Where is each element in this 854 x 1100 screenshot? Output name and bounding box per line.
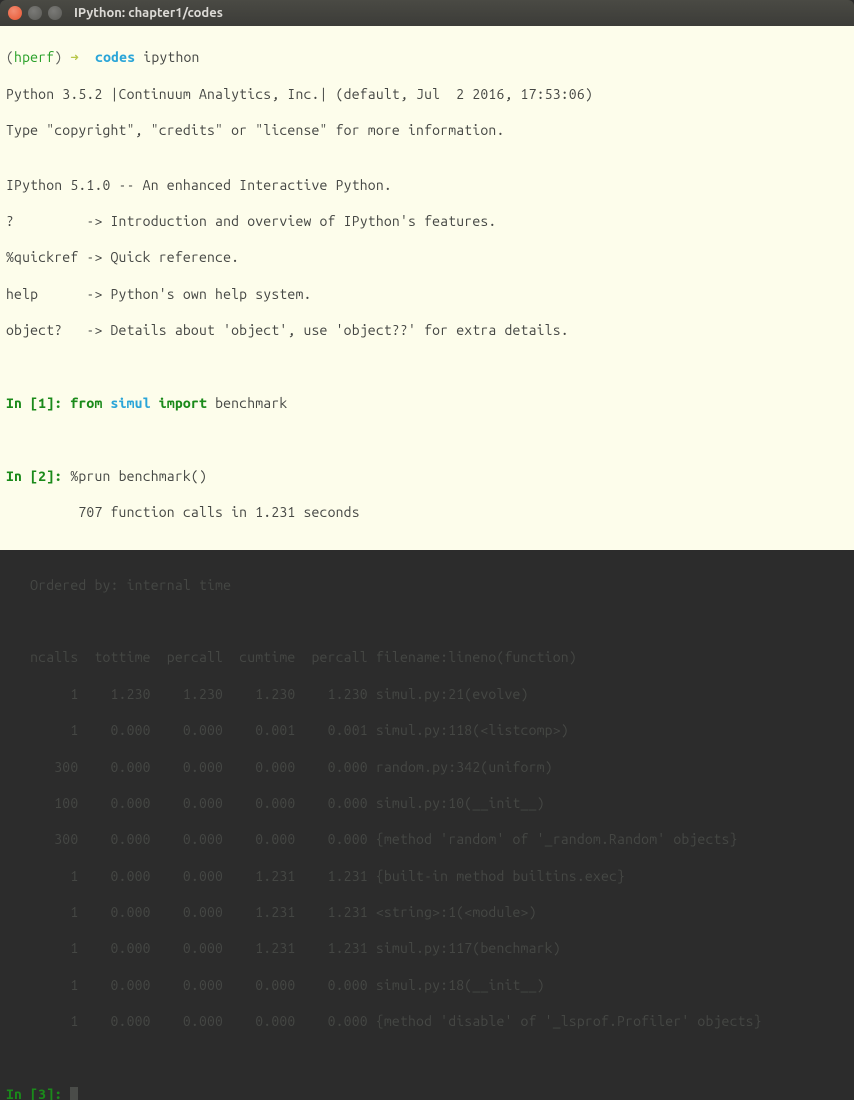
blank-line (6, 612, 848, 630)
banner-line: IPython 5.1.0 -- An enhanced Interactive… (6, 176, 848, 194)
prompt-arrow-icon: ➜ (62, 49, 87, 65)
in-label: In [3]: (6, 1086, 70, 1100)
maximize-icon[interactable] (48, 6, 62, 20)
blank-line (6, 357, 848, 375)
blank-line (6, 430, 848, 448)
close-icon[interactable] (8, 6, 22, 20)
cursor-icon (70, 1087, 78, 1100)
in-1: In [1]: from simul import benchmark (6, 394, 848, 412)
table-row: 300 0.000 0.000 0.000 0.000 random.py:34… (6, 758, 848, 776)
kw-from: from (70, 395, 110, 411)
banner-line: Type "copyright", "credits" or "license"… (6, 121, 848, 139)
prun-summary: 707 function calls in 1.231 seconds (6, 503, 848, 521)
in2-command: %prun benchmark() (70, 468, 207, 484)
module-name: simul (111, 395, 151, 411)
prun-ordered: Ordered by: internal time (6, 576, 848, 594)
table-row: 1 1.230 1.230 1.230 1.230 simul.py:21(ev… (6, 685, 848, 703)
terminal[interactable]: (hperf) ➜ codes ipython Python 3.5.2 |Co… (0, 26, 854, 550)
shell-prompt: (hperf) ➜ codes ipython (6, 48, 848, 66)
in-2: In [2]: %prun benchmark() (6, 467, 848, 485)
shell-command: ipython (135, 49, 199, 65)
banner-line: ? -> Introduction and overview of IPytho… (6, 212, 848, 230)
blank-line (6, 1049, 848, 1067)
minimize-icon[interactable] (28, 6, 42, 20)
table-row: 1 0.000 0.000 0.000 0.000 {method 'disab… (6, 1012, 848, 1030)
table-row: 1 0.000 0.000 1.231 1.231 simul.py:117(b… (6, 939, 848, 957)
in-label: In [2]: (6, 468, 70, 484)
table-row: 1 0.000 0.000 0.001 0.001 simul.py:118(<… (6, 721, 848, 739)
in-3[interactable]: In [3]: (6, 1085, 848, 1100)
prompt-dir: codes (87, 49, 135, 65)
table-row: 1 0.000 0.000 0.000 0.000 simul.py:18(__… (6, 976, 848, 994)
table-row: 1 0.000 0.000 1.231 1.231 {built-in meth… (6, 867, 848, 885)
table-row: 1 0.000 0.000 1.231 1.231 <string>:1(<mo… (6, 903, 848, 921)
imported-name: benchmark (215, 395, 287, 411)
banner-line: Python 3.5.2 |Continuum Analytics, Inc.|… (6, 85, 848, 103)
blank-line (6, 539, 848, 557)
prun-header: ncalls tottime percall cumtime percall f… (6, 648, 848, 666)
banner-line: object? -> Details about 'object', use '… (6, 321, 848, 339)
in-label: In [1]: (6, 395, 70, 411)
kw-import: import (151, 395, 215, 411)
venv-open: ( (6, 49, 14, 65)
table-row: 300 0.000 0.000 0.000 0.000 {method 'ran… (6, 830, 848, 848)
table-row: 100 0.000 0.000 0.000 0.000 simul.py:10(… (6, 794, 848, 812)
window-title: IPython: chapter1/codes (74, 6, 223, 20)
banner-line: %quickref -> Quick reference. (6, 248, 848, 266)
banner-line: help -> Python's own help system. (6, 285, 848, 303)
titlebar: IPython: chapter1/codes (0, 0, 854, 26)
venv-name: hperf (14, 49, 54, 65)
